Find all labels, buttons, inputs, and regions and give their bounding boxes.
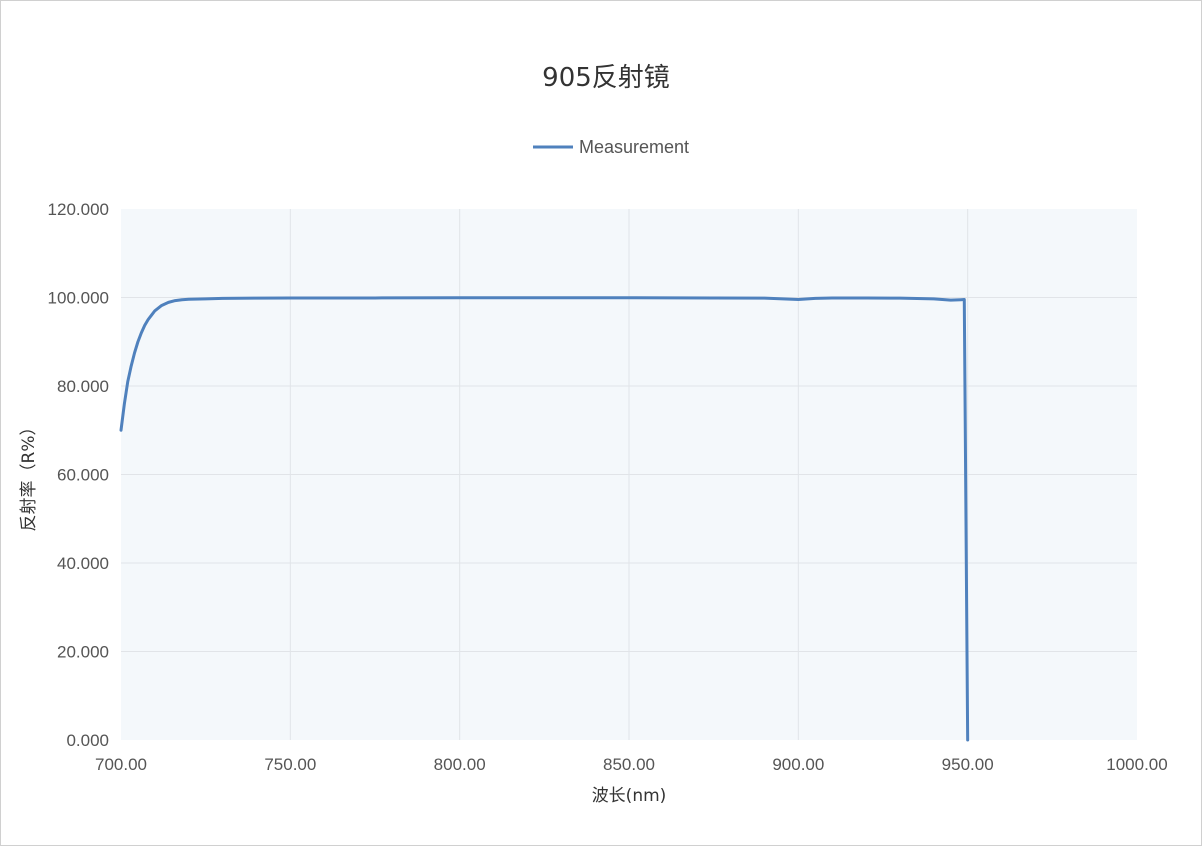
chart-svg: 905反射镜 Measurement 0.000 20.000 40.000 60.0… <box>19 63 1168 806</box>
y-tick-label: 80.000 <box>57 377 109 396</box>
y-tick-label: 60.000 <box>57 466 109 485</box>
legend[interactable]: Measurement <box>533 137 689 157</box>
y-tick-label: 100.000 <box>48 289 109 308</box>
x-axis-ticks: 700.00 750.00 800.00 850.00 900.00 950.00 1000… <box>95 755 1168 774</box>
y-tick-label: 120.000 <box>48 200 109 219</box>
y-tick-label: 0.000 <box>66 731 109 750</box>
chart-title: 905反射镜 <box>542 63 670 93</box>
x-tick-label: 1000.00 <box>1106 755 1167 774</box>
x-tick-label: 700.00 <box>95 755 147 774</box>
y-axis-ticks: 0.000 20.000 40.000 60.000 80.000 100.000 120.… <box>48 200 109 750</box>
x-axis-label: 波长(nm) <box>592 786 667 806</box>
x-tick-label: 750.00 <box>264 755 316 774</box>
x-tick-label: 850.00 <box>603 755 655 774</box>
y-tick-label: 40.000 <box>57 554 109 573</box>
x-tick-label: 800.00 <box>434 755 486 774</box>
chart-frame: 905反射镜 Measurement 0.000 20.000 40.000 60.0… <box>0 0 1202 846</box>
x-tick-label: 900.00 <box>772 755 824 774</box>
y-tick-label: 20.000 <box>57 643 109 662</box>
x-tick-label: 950.00 <box>942 755 994 774</box>
legend-label: Measurement <box>579 137 689 157</box>
y-axis-label: 反射率（R%） <box>19 419 39 532</box>
